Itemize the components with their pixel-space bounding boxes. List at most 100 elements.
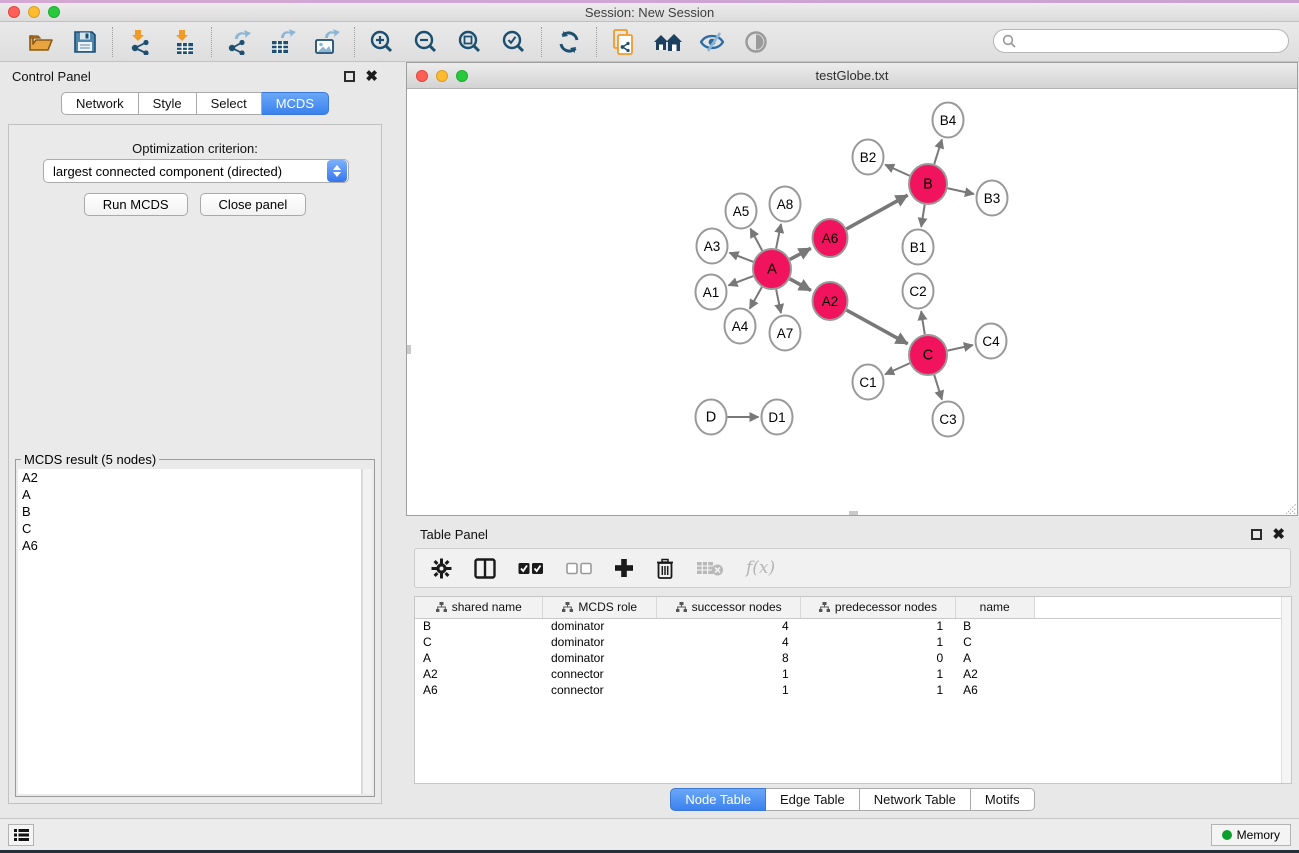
node-C3[interactable]: C3 <box>933 402 964 437</box>
result-scrollbar[interactable] <box>362 469 372 794</box>
close-panel-button[interactable]: Close panel <box>200 193 307 216</box>
open-file-icon[interactable] <box>26 27 56 57</box>
table-cell[interactable]: 1 <box>657 682 801 698</box>
node-B[interactable]: B <box>909 164 947 204</box>
table-row[interactable]: Cdominator41C <box>415 634 1291 650</box>
result-item[interactable]: A2 <box>18 469 361 486</box>
edge-A-A7[interactable] <box>776 290 781 313</box>
column-header-predecessor-nodes[interactable]: predecessor nodes <box>801 597 955 618</box>
node-A8[interactable]: A8 <box>770 187 801 222</box>
table-cell[interactable]: A6 <box>415 682 543 698</box>
hide-annotations-eye-icon[interactable] <box>697 27 727 57</box>
network-canvas[interactable]: B4B2BB3A5A8A6A3B1AA1C2A2A4A7C4CC1DD1C3 <box>407 89 1297 515</box>
network-zoom-button[interactable] <box>456 70 468 82</box>
edge-A-A4[interactable] <box>750 287 762 309</box>
node-B1[interactable]: B1 <box>903 230 934 265</box>
edge-C-C1[interactable] <box>885 363 909 374</box>
edge-A-A6[interactable] <box>790 248 811 259</box>
zoom-selected-icon[interactable] <box>499 27 529 57</box>
table-cell[interactable]: 1 <box>801 634 955 650</box>
node-A3[interactable]: A3 <box>697 229 728 264</box>
result-item[interactable]: A6 <box>18 537 361 554</box>
table-row[interactable]: Adominator80A <box>415 650 1291 666</box>
settings-gear-icon[interactable] <box>431 558 452 579</box>
column-header-name[interactable]: name <box>955 597 1034 618</box>
edge-B-B1[interactable] <box>921 205 925 227</box>
export-image-icon[interactable] <box>312 27 342 57</box>
node-A2[interactable]: A2 <box>813 282 848 320</box>
search-input[interactable] <box>1016 34 1280 49</box>
table-cell[interactable]: A <box>415 650 543 666</box>
table-cell[interactable]: connector <box>543 682 657 698</box>
table-cell[interactable]: B <box>955 618 1034 634</box>
node-A5[interactable]: A5 <box>726 194 757 229</box>
table-cell[interactable]: 1 <box>801 618 955 634</box>
network-minimize-button[interactable] <box>436 70 448 82</box>
table-cell[interactable]: A6 <box>955 682 1034 698</box>
edge-A-A1[interactable] <box>729 276 754 285</box>
edge-A6-B[interactable] <box>846 195 907 229</box>
edge-A-A8[interactable] <box>776 224 781 248</box>
node-D1[interactable]: D1 <box>762 400 793 435</box>
node-C2[interactable]: C2 <box>903 274 934 309</box>
export-network-icon[interactable] <box>224 27 254 57</box>
edge-B-B2[interactable] <box>885 165 909 176</box>
node-D[interactable]: D <box>696 400 727 435</box>
import-table-icon[interactable] <box>169 27 199 57</box>
table-cell[interactable]: 1 <box>801 682 955 698</box>
table-cell[interactable]: 1 <box>657 666 801 682</box>
import-network-icon[interactable] <box>125 27 155 57</box>
home-icon[interactable] <box>653 27 683 57</box>
float-panel-icon[interactable] <box>344 71 355 82</box>
table-cell[interactable]: A2 <box>415 666 543 682</box>
result-item[interactable]: A <box>18 486 361 503</box>
edge-C-C4[interactable] <box>948 345 973 351</box>
search-field[interactable] <box>993 29 1289 53</box>
zoom-window-button[interactable] <box>48 6 60 18</box>
tab-edge-table[interactable]: Edge Table <box>766 788 860 811</box>
tab-network-table[interactable]: Network Table <box>860 788 971 811</box>
edge-B-B4[interactable] <box>934 139 942 164</box>
node-B4[interactable]: B4 <box>933 103 964 138</box>
table-cell[interactable]: C <box>955 634 1034 650</box>
node-C4[interactable]: C4 <box>976 324 1007 359</box>
select-all-icon[interactable] <box>518 562 544 575</box>
table-cell[interactable]: 1 <box>801 666 955 682</box>
criterion-select[interactable]: largest connected component (directed) <box>43 159 349 183</box>
table-cell[interactable]: dominator <box>543 618 657 634</box>
result-item[interactable]: C <box>18 520 361 537</box>
edge-C-C3[interactable] <box>934 375 942 400</box>
tab-network[interactable]: Network <box>61 92 139 115</box>
node-A1[interactable]: A1 <box>696 275 727 310</box>
table-cell[interactable]: dominator <box>543 650 657 666</box>
table-cell[interactable]: 4 <box>657 634 801 650</box>
table-close-icon[interactable]: ✖ <box>1272 529 1285 540</box>
birds-eye-view-icon[interactable] <box>741 27 771 57</box>
table-cell[interactable]: 0 <box>801 650 955 666</box>
tab-style[interactable]: Style <box>139 92 197 115</box>
function-builder-icon[interactable]: f(x) <box>746 558 775 578</box>
edge-B-B3[interactable] <box>948 188 974 194</box>
node-B3[interactable]: B3 <box>977 181 1008 216</box>
table-row[interactable]: Bdominator41B <box>415 618 1291 634</box>
unselect-all-icon[interactable] <box>566 562 592 575</box>
network-close-button[interactable] <box>416 70 428 82</box>
zoom-fit-icon[interactable] <box>455 27 485 57</box>
table-cell[interactable]: 4 <box>657 618 801 634</box>
run-mcds-button[interactable]: Run MCDS <box>84 193 188 216</box>
table-cell[interactable]: A2 <box>955 666 1034 682</box>
edge-A-A3[interactable] <box>729 253 753 262</box>
zoom-in-icon[interactable] <box>367 27 397 57</box>
tab-select[interactable]: Select <box>197 92 262 115</box>
show-columns-icon[interactable] <box>474 558 496 579</box>
tab-node-table[interactable]: Node Table <box>670 788 766 811</box>
canvas-vscroll-thumb[interactable] <box>407 345 411 354</box>
delete-column-icon[interactable] <box>656 558 674 579</box>
export-table-icon[interactable] <box>268 27 298 57</box>
column-header-MCDS-role[interactable]: MCDS role <box>543 597 657 618</box>
minimize-window-button[interactable] <box>28 6 40 18</box>
table-row[interactable]: A6connector11A6 <box>415 682 1291 698</box>
table-cell[interactable]: dominator <box>543 634 657 650</box>
table-cell[interactable]: 8 <box>657 650 801 666</box>
tab-mcds[interactable]: MCDS <box>262 92 329 115</box>
